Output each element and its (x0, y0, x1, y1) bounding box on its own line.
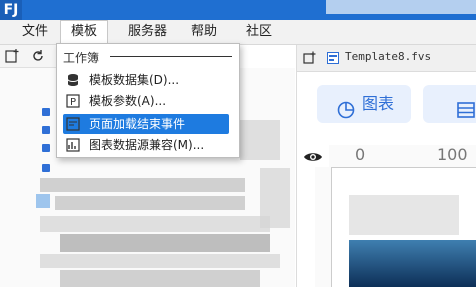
menu-server[interactable]: 服务器 (128, 20, 167, 44)
blurred-tree-row (60, 270, 260, 287)
menu-file[interactable]: 文件 (22, 20, 48, 44)
canvas-preview (349, 240, 476, 287)
table-button[interactable] (423, 85, 476, 123)
tree-item-icon (42, 164, 50, 172)
blurred-tree-row (40, 216, 270, 232)
title-text-blurred (326, 0, 476, 14)
tree-item-icon (42, 144, 50, 152)
svg-text:P: P (70, 97, 76, 108)
app-logo: FJ (0, 0, 22, 20)
table-icon (457, 95, 475, 118)
designer-panel: Template8.fvs 图表 0 100 (296, 45, 476, 287)
blurred-tree-row (40, 178, 245, 192)
ruler-start-label: 0 (355, 145, 366, 164)
chart-icon (337, 95, 355, 119)
blurred-tree-row (36, 194, 50, 208)
ruler-mark-label: 100 (437, 145, 468, 164)
template-menu-dropdown: 工作簿 模板数据集(D)... P 模板参数(A)... 页面加载结束事件 图表… (56, 43, 240, 158)
menu-help[interactable]: 帮助 (191, 20, 217, 44)
parameter-icon: P (66, 94, 80, 108)
menu-community[interactable]: 社区 (246, 20, 272, 44)
document-tab-label[interactable]: Template8.fvs (345, 50, 431, 63)
blurred-tree-row (55, 196, 245, 210)
tree-item-icon (42, 126, 50, 134)
left-toolbar (0, 45, 56, 68)
fvs-file-icon (327, 52, 339, 64)
vertical-ruler (315, 167, 332, 287)
title-bar: FJ (0, 0, 476, 20)
tree-item-icon (42, 108, 50, 116)
chart-button[interactable]: 图表 (317, 85, 411, 123)
chart-data-icon (66, 138, 80, 152)
horizontal-ruler: 0 100 (329, 145, 476, 168)
eye-icon[interactable] (303, 150, 323, 164)
document-tab-bar: Template8.fvs (297, 45, 476, 72)
new-tab-icon[interactable] (303, 51, 317, 65)
blurred-area (240, 120, 280, 160)
menu-separator (110, 56, 232, 57)
menu-item-page-load-event[interactable]: 页面加载结束事件 (63, 114, 229, 134)
event-icon (66, 117, 80, 131)
menu-template[interactable]: 模板 (60, 20, 109, 44)
blurred-area (260, 168, 290, 228)
workbook-section-header: 工作簿 (63, 51, 100, 65)
menu-item-template-parameters[interactable]: P 模板参数(A)... (63, 91, 229, 111)
new-file-icon[interactable] (4, 48, 20, 64)
blurred-tree-row (40, 254, 280, 268)
menu-item-chart-datasource[interactable]: 图表数据源兼容(M)... (63, 135, 229, 155)
menu-bar: 文件 模板 服务器 帮助 社区 (0, 20, 476, 45)
refresh-icon[interactable] (30, 48, 46, 64)
menu-item-template-dataset[interactable]: 模板数据集(D)... (63, 70, 229, 90)
database-icon (66, 73, 80, 87)
blurred-tree-row (60, 234, 270, 252)
blurred-canvas (349, 195, 459, 235)
chart-button-label: 图表 (362, 94, 395, 113)
